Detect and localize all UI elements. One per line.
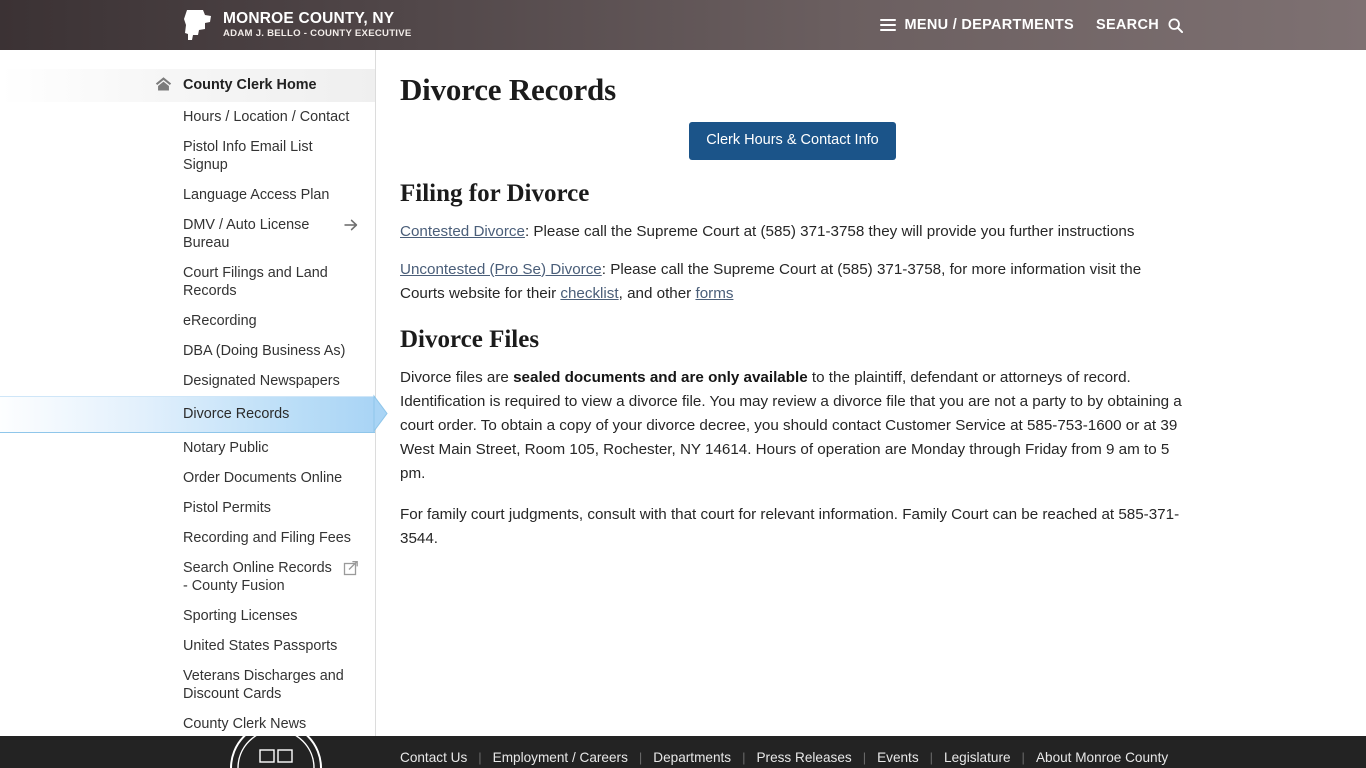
sidebar-item-county-clerk-news[interactable]: County Clerk News (0, 709, 375, 739)
site-footer: Contact Us | Employment / Careers | Depa… (0, 736, 1366, 768)
sidebar-item-veterans-discharges-and-discount-cards[interactable]: Veterans Discharges and Discount Cards (0, 661, 375, 709)
footer-link-about-monroe-county[interactable]: About Monroe County (1036, 748, 1168, 768)
divorce-files-paragraph-2: For family court judgments, consult with… (400, 505, 1180, 547)
filing-for-divorce-heading: Filing for Divorce (400, 179, 590, 207)
site-header: MONROE COUNTY, NY ADAM J. BELLO - COUNTY… (0, 0, 1366, 50)
contested-divorce-text: : Please call the Supreme Court at (585)… (524, 222, 1135, 240)
footer-separator: | (638, 750, 643, 765)
sealed-documents-emphasis: sealed documents and are only available (513, 368, 808, 386)
sidebar-item-label: DMV / Auto License Bureau (183, 217, 310, 251)
sidebar-item-label: County Clerk Home (183, 77, 317, 93)
sidebar-item-divorce-records[interactable]: Divorce Records (0, 394, 388, 433)
sidebar-item-hours-location-contact[interactable]: Hours / Location / Contact (0, 102, 375, 132)
footer-link-press-releases[interactable]: Press Releases (756, 748, 851, 768)
main-content: Divorce Records Clerk Hours & Contact In… (376, 50, 1366, 736)
uncontested-divorce-paragraph: Uncontested (Pro Se) Divorce: Please cal… (400, 258, 1185, 306)
arrow-right-icon (344, 219, 358, 231)
sidebar-item-dmv-auto-license-bureau[interactable]: DMV / Auto License Bureau (0, 210, 375, 258)
page-title: Divorce Records (400, 72, 616, 107)
sidebar-item-label: Veterans Discharges and Discount Cards (183, 668, 344, 702)
uncontested-divorce-text-2: , and other (618, 284, 696, 302)
sidebar-item-label: Search Online Records - County Fusion (183, 560, 332, 594)
external-link-icon (343, 560, 358, 576)
uncontested-divorce-link[interactable]: Uncontested (Pro Se) Divorce (400, 261, 602, 278)
sidebar-nav-list: County Clerk Home Hours / Location / Con… (0, 69, 388, 768)
sidebar-item-label: Language Access Plan (183, 187, 330, 203)
checklist-link[interactable]: checklist (560, 285, 618, 302)
divorce-files-heading: Divorce Files (400, 325, 540, 353)
footer-separator: | (1021, 750, 1025, 765)
divorce-files-paragraph-1: Divorce files are sealed documents and a… (400, 366, 1185, 486)
sidebar-item-court-filings-and-land-records[interactable]: Court Filings and Land Records (0, 258, 375, 306)
sidebar-item-label: Hours / Location / Contact (183, 109, 350, 125)
sidebar-item-pistol-permits[interactable]: Pistol Permits (0, 493, 375, 523)
sidebar-item-order-documents-online[interactable]: Order Documents Online (0, 463, 375, 493)
forms-link[interactable]: forms (695, 285, 733, 302)
menu-departments-button[interactable]: MENU / DEPARTMENTS (879, 17, 1074, 33)
search-label: SEARCH (1095, 17, 1159, 33)
sidebar-item-search-online-records-county-fusion[interactable]: Search Online Records - County Fusion (0, 553, 375, 601)
sidebar-item-label: Notary Public (183, 440, 269, 456)
county-seal-icon (230, 736, 322, 768)
sidebar-item-recording-and-filing-fees[interactable]: Recording and Filing Fees (0, 523, 375, 553)
hamburger-icon (879, 19, 896, 31)
contested-divorce-paragraph: Contested Divorce: Please call the Supre… (400, 220, 1185, 244)
menu-departments-label: MENU / DEPARTMENTS (904, 17, 1074, 33)
footer-link-legislature[interactable]: Legislature (944, 748, 1011, 768)
footer-separator: | (742, 750, 746, 765)
sidebar-item-sporting-licenses[interactable]: Sporting Licenses (0, 601, 375, 631)
sidebar-item-label: United States Passports (183, 638, 338, 654)
active-pointer-icon (373, 394, 388, 433)
footer-link-contact-us[interactable]: Contact Us (400, 748, 467, 768)
brand-title: MONROE COUNTY, NY (223, 9, 395, 27)
brand-subtitle: ADAM J. BELLO - COUNTY EXECUTIVE (223, 28, 412, 40)
divorce-files-text-start: Divorce files are (400, 368, 514, 386)
search-icon (1168, 18, 1183, 33)
sidebar-item-label: County Clerk News (183, 716, 307, 732)
sidebar-item-pistol-info-email-list-signup[interactable]: Pistol Info Email List Signup (0, 132, 375, 180)
sidebar-item-county-clerk-home[interactable]: County Clerk Home (0, 69, 375, 102)
sidebar-item-label: eRecording (183, 313, 257, 329)
contact-button-row: Clerk Hours & Contact Info (400, 122, 1185, 160)
site-brand[interactable]: MONROE COUNTY, NY ADAM J. BELLO - COUNTY… (183, 9, 412, 41)
sidebar-item-erecording[interactable]: eRecording (0, 306, 375, 336)
page-body: County Clerk Home Hours / Location / Con… (0, 50, 1366, 762)
footer-separator: | (478, 750, 482, 765)
sidebar-item-label: Pistol Permits (183, 500, 271, 516)
sidebar-item-language-access-plan[interactable]: Language Access Plan (0, 180, 375, 210)
sidebar-item-dba-doing-business-as[interactable]: DBA (Doing Business As) (0, 336, 375, 366)
footer-link-employment-careers[interactable]: Employment / Careers (493, 748, 628, 768)
header-nav: MENU / DEPARTMENTS SEARCH (879, 17, 1183, 33)
home-icon (155, 77, 172, 91)
footer-links: Contact Us | Employment / Careers | Depa… (400, 750, 1168, 768)
monroe-county-outline-icon (184, 10, 211, 40)
clerk-hours-contact-info-button[interactable]: Clerk Hours & Contact Info (689, 122, 896, 160)
footer-separator: | (862, 750, 867, 765)
sidebar-item-label: Designated Newspapers (183, 373, 340, 389)
footer-separator: | (929, 750, 934, 765)
sidebar-item-label: DBA (Doing Business As) (183, 343, 346, 359)
footer-link-events[interactable]: Events (877, 748, 919, 768)
sidebar-item-label: Court Filings and Land Records (183, 265, 328, 299)
sidebar-item-label: Recording and Filing Fees (183, 530, 351, 546)
sidebar-item-label: Pistol Info Email List Signup (183, 139, 313, 173)
sidebar-item-designated-newspapers[interactable]: Designated Newspapers (0, 366, 375, 396)
sidebar-item-label: Sporting Licenses (183, 608, 298, 624)
sidebar-item-united-states-passports[interactable]: United States Passports (0, 631, 375, 661)
footer-link-departments[interactable]: Departments (653, 748, 731, 768)
sidebar: County Clerk Home Hours / Location / Con… (0, 50, 388, 762)
sidebar-item-label: Order Documents Online (183, 470, 343, 486)
sidebar-item-notary-public[interactable]: Notary Public (0, 433, 375, 463)
search-button[interactable]: SEARCH (1096, 17, 1183, 33)
sidebar-item-label: Divorce Records (183, 406, 290, 422)
contested-divorce-link[interactable]: Contested Divorce (400, 223, 525, 240)
